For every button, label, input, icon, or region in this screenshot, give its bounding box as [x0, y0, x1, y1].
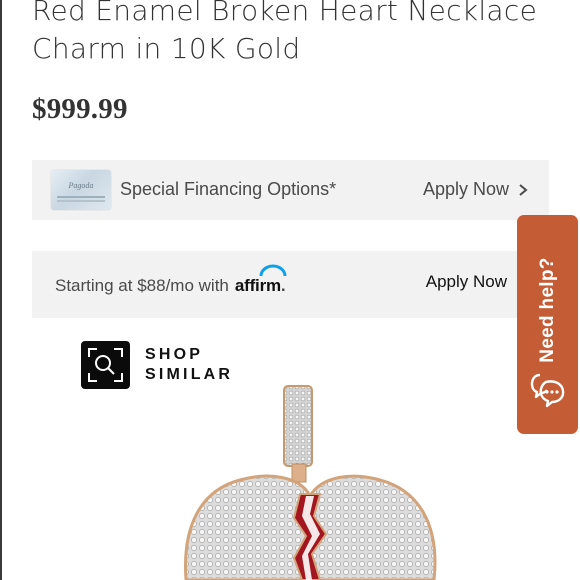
- need-help-tab[interactable]: Need help?: [517, 215, 578, 434]
- card-number-lines: [57, 196, 105, 198]
- product-price: $999.99: [32, 93, 128, 125]
- affirm-logo-suffix: .: [280, 276, 286, 295]
- shop-similar-line2: SIMILAR: [145, 366, 234, 383]
- shop-similar-button[interactable]: SHOP SIMILAR: [81, 341, 233, 389]
- financing-apply-now-link[interactable]: Apply Now: [423, 179, 529, 200]
- chevron-right-icon: [519, 183, 528, 196]
- special-financing-banner[interactable]: Pagoda Special Financing Options* Apply …: [32, 160, 549, 220]
- credit-card-image: Pagoda: [51, 170, 111, 210]
- affirm-arc-icon: [259, 264, 287, 277]
- product-title: Red Enamel Broken Heart Necklace Charm i…: [32, 0, 538, 65]
- financing-apply-label: Apply Now: [422, 179, 509, 199]
- shop-similar-line1: SHOP: [145, 346, 204, 363]
- broken-heart-pendant-image: [183, 385, 437, 580]
- card-brand-logo: Pagoda: [68, 181, 94, 190]
- shop-similar-label: SHOP SIMILAR: [145, 345, 233, 385]
- camera-search-icon: [81, 341, 130, 389]
- affirm-logo: affirm.: [234, 264, 287, 296]
- financing-label: Special Financing Options*: [120, 179, 337, 199]
- affirm-monthly-text: Starting at $88/mo with: [55, 276, 229, 295]
- need-help-label: Need help?: [536, 257, 558, 363]
- affirm-apply-now-link[interactable]: Apply Now: [426, 272, 507, 292]
- page-left-border: [0, 0, 2, 580]
- chat-bubbles-icon: [530, 373, 565, 408]
- affirm-logo-text: affirm: [234, 276, 281, 295]
- affirm-message: Starting at $88/mo with affirm.: [55, 264, 287, 296]
- affirm-financing-banner: Starting at $88/mo with affirm. Apply No…: [32, 251, 549, 318]
